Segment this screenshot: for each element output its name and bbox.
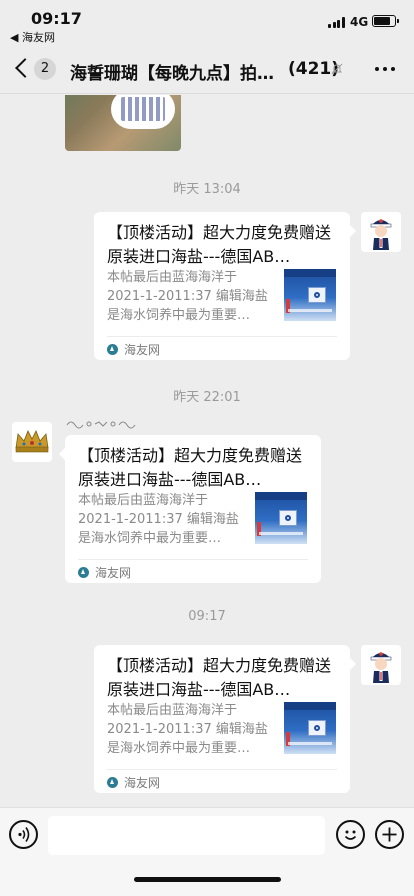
plus-icon[interactable] xyxy=(375,820,404,849)
card-description: 本帖最后由蓝海海洋于 2021-1-2011:37 编辑海盐是海水饲养中最为重要… xyxy=(107,270,268,323)
card-source: 海友网 xyxy=(107,774,160,790)
card-source: 海友网 xyxy=(107,341,160,357)
card-source: 海友网 xyxy=(78,564,131,580)
mute-bell-icon xyxy=(331,63,343,75)
card-title: 【顶楼活动】超大力度免费赠送原装进口海盐---德国AB… xyxy=(78,446,303,489)
message-input[interactable] xyxy=(48,816,325,855)
avatar[interactable] xyxy=(12,422,52,462)
card-thumbnail xyxy=(284,269,336,321)
link-card[interactable]: 【顶楼活动】超大力度免费赠送原装进口海盐---德国AB… 本帖最后由蓝海海洋于 … xyxy=(58,435,321,583)
back-arrow-icon[interactable] xyxy=(12,58,32,80)
source-logo-icon xyxy=(78,566,89,578)
card-title: 【顶楼活动】超大力度免费赠送原装进口海盐---德国AB… xyxy=(107,656,332,699)
status-time: 09:17 xyxy=(31,9,82,28)
link-card[interactable]: 【顶楼活动】超大力度免费赠送原装进口海盐---德国AB… 本帖最后由蓝海海洋于 … xyxy=(94,212,357,360)
card-thumbnail xyxy=(284,702,336,754)
image-message[interactable] xyxy=(65,95,181,151)
sender-name-decoration xyxy=(66,421,136,429)
card-title: 【顶楼活动】超大力度免费赠送原装进口海盐---德国AB… xyxy=(107,223,332,266)
timestamp: 昨天 22:01 xyxy=(173,390,241,405)
card-thumbnail xyxy=(255,492,307,544)
voice-icon[interactable] xyxy=(9,820,38,849)
input-bar xyxy=(0,807,414,896)
card-description: 本帖最后由蓝海海洋于 2021-1-2011:37 编辑海盐是海水饲养中最为重要… xyxy=(78,493,239,546)
signal-icon xyxy=(328,17,345,28)
network-type: 4G xyxy=(350,15,369,29)
source-logo-icon xyxy=(107,343,118,355)
more-options-icon[interactable] xyxy=(375,67,395,73)
timestamp: 昨天 13:04 xyxy=(173,182,241,197)
battery-icon xyxy=(372,15,399,27)
status-bar: 09:17 ◀ 海友网 4G xyxy=(0,0,414,44)
card-description: 本帖最后由蓝海海洋于 2021-1-2011:37 编辑海盐是海水饲养中最为重要… xyxy=(107,703,268,756)
avatar[interactable] xyxy=(361,645,401,685)
back-to-app-link[interactable]: ◀ 海友网 xyxy=(10,29,55,45)
message-list[interactable]: 昨天 13:04 【顶楼活动】超大力度免费赠送原装进口海盐---德国AB… 本帖… xyxy=(0,95,414,807)
chat-header: 2 海誓珊瑚【每晚九点】拍… (421) xyxy=(0,44,414,94)
emoji-icon[interactable] xyxy=(336,820,365,849)
timestamp: 09:17 xyxy=(188,609,226,624)
source-logo-icon xyxy=(107,776,118,788)
home-indicator xyxy=(134,877,281,882)
link-card[interactable]: 【顶楼活动】超大力度免费赠送原装进口海盐---德国AB… 本帖最后由蓝海海洋于 … xyxy=(94,645,357,793)
unread-count-badge[interactable]: 2 xyxy=(34,58,56,80)
avatar[interactable] xyxy=(361,212,401,252)
